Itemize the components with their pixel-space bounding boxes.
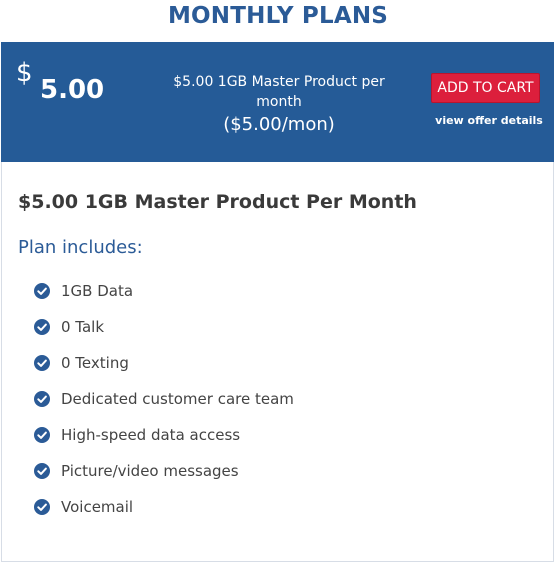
- feature-item: 0 Texting: [34, 352, 294, 388]
- product-heading: $5.00 1GB Master Product Per Month: [18, 191, 417, 213]
- check-circle-icon: [34, 427, 50, 443]
- feature-list: 1GB Data 0 Talk 0 Texting Dedicated custome…: [34, 280, 294, 532]
- feature-item: Dedicated customer care team: [34, 388, 294, 424]
- currency-symbol: $: [16, 58, 33, 88]
- plan-price-per-month: ($5.00/mon): [223, 114, 335, 135]
- feature-item: 1GB Data: [34, 280, 294, 316]
- page-title: MONTHLY PLANS: [167, 3, 389, 29]
- view-offer-details-link[interactable]: view offer details: [433, 114, 545, 127]
- feature-label: High-speed data access: [61, 426, 241, 444]
- plan-price: 5.00: [40, 75, 105, 105]
- feature-label: Picture/video messages: [61, 462, 239, 480]
- check-circle-icon: [34, 499, 50, 515]
- feature-label: 0 Texting: [61, 354, 129, 372]
- feature-item: 0 Talk: [34, 316, 294, 352]
- check-circle-icon: [34, 283, 50, 299]
- feature-label: 0 Talk: [61, 318, 105, 336]
- check-circle-icon: [34, 319, 50, 335]
- plan-includes-heading: Plan includes:: [18, 237, 143, 258]
- feature-item: Picture/video messages: [34, 460, 294, 496]
- check-circle-icon: [34, 355, 50, 371]
- plan-banner-name: $5.00 1GB Master Product per month: [173, 74, 385, 110]
- feature-label: Dedicated customer care team: [61, 390, 294, 408]
- check-circle-icon: [34, 463, 50, 479]
- feature-item: High-speed data access: [34, 424, 294, 460]
- feature-item: Voicemail: [34, 496, 294, 532]
- feature-label: 1GB Data: [61, 282, 134, 300]
- check-circle-icon: [34, 391, 50, 407]
- add-to-cart-button[interactable]: ADD TO CART: [431, 73, 540, 103]
- plan-banner: $ 5.00 $5.00 1GB Master Product per mont…: [1, 42, 554, 162]
- feature-label: Voicemail: [61, 498, 134, 516]
